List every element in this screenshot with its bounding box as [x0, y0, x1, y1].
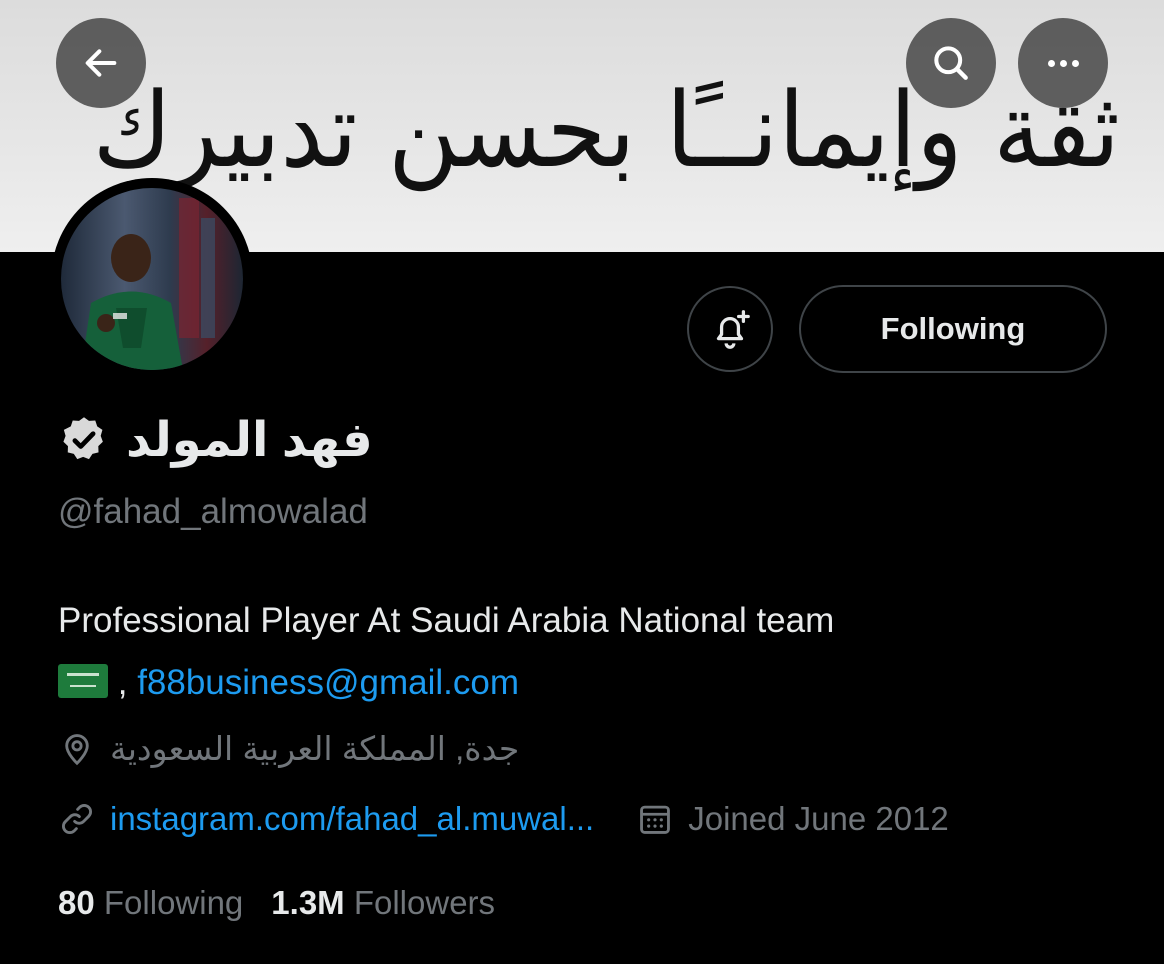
arrow-left-icon	[85, 49, 117, 77]
bio: Professional Player At Saudi Arabia Nati…	[58, 590, 1118, 714]
bell-plus-icon	[716, 310, 750, 349]
bio-separator: ,	[108, 663, 138, 702]
name-row: فهد المولد	[58, 412, 373, 468]
joined-text: Joined June 2012	[688, 800, 949, 837]
search-icon	[934, 46, 968, 80]
bio-line-1: Professional Player At Saudi Arabia Nati…	[58, 601, 835, 640]
following-button[interactable]: Following	[799, 285, 1107, 373]
verified-badge-icon	[63, 417, 103, 460]
followers-stat-label: Followers	[353, 884, 496, 921]
search-button[interactable]	[906, 18, 996, 108]
avatar[interactable]	[51, 178, 253, 380]
back-button[interactable]	[56, 18, 146, 108]
location-pin-icon	[65, 733, 89, 765]
following-stat[interactable]: 80 Following	[58, 884, 243, 921]
location-row: جدة, المملكة العربية السعودية	[58, 729, 519, 768]
calendar-icon	[640, 805, 671, 834]
website-link[interactable]: instagram.com/fahad_al.muwal...	[110, 800, 594, 838]
joined-date: Joined June 2012	[636, 800, 949, 838]
link-icon	[62, 804, 92, 834]
avatar-photo	[61, 188, 243, 370]
more-button[interactable]	[1018, 18, 1108, 108]
following-count: 80	[58, 884, 95, 921]
notifications-button[interactable]	[687, 286, 773, 372]
saudi-flag-icon	[58, 664, 108, 698]
following-stat-label: Following	[103, 884, 244, 921]
player-photo-icon	[81, 198, 215, 370]
more-horizontal-icon	[1047, 59, 1079, 67]
display-name: فهد المولد	[126, 414, 373, 467]
bio-email-link[interactable]: f88business@gmail.com	[137, 663, 519, 702]
location-text: جدة, المملكة العربية السعودية	[110, 730, 520, 767]
username-handle: @fahad_almowalad	[58, 492, 368, 531]
followers-stat[interactable]: 1.3M Followers	[271, 884, 495, 921]
followers-count: 1.3M	[271, 884, 345, 921]
bio-line-2: , f88business@gmail.com	[58, 652, 1118, 714]
links-row: instagram.com/fahad_al.muwal... Joined J…	[58, 800, 949, 838]
follow-stats: 80 Following 1.3M Followers	[58, 884, 495, 922]
